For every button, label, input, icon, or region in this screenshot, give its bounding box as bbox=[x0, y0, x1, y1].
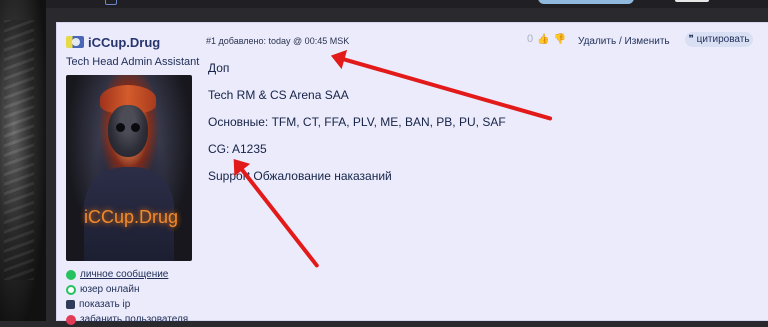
private-message-label[interactable]: личное сообщение bbox=[80, 269, 168, 280]
avatar-face bbox=[108, 105, 148, 157]
top-gray-element bbox=[675, 0, 709, 2]
likes-count: 0 bbox=[527, 33, 534, 45]
post-line: Support Обжалование наказаний bbox=[208, 169, 392, 183]
post-line: Доп bbox=[208, 61, 230, 75]
post-line: Основные: TFM, CT, FFA, PLV, ME, BAN, PB… bbox=[208, 115, 506, 129]
private-message-link[interactable]: личное сообщение bbox=[66, 267, 188, 282]
post-line: CG: A1235 bbox=[208, 142, 267, 156]
edit-button[interactable]: Изменить bbox=[625, 36, 670, 47]
post-meta: #1 добавлено: today @ 00:45 MSK bbox=[206, 36, 350, 46]
ban-user-label[interactable]: забанить пользователя bbox=[80, 314, 188, 325]
thumbs-up-icon[interactable]: 👍 bbox=[537, 34, 549, 45]
forum-post: iCCup.Drug Tech Head Admin Assistant iCC… bbox=[56, 22, 768, 325]
ban-user-link[interactable]: забанить пользователя bbox=[66, 312, 188, 327]
show-ip-link[interactable]: показать ip bbox=[66, 297, 188, 312]
username[interactable]: iCCup.Drug bbox=[66, 34, 160, 50]
online-icon bbox=[66, 284, 76, 295]
avatar: iCCup.Drug bbox=[66, 75, 192, 261]
quote-icon: ❞ bbox=[688, 34, 697, 45]
quote-label[interactable]: цитировать bbox=[697, 34, 750, 45]
user-online-status: юзер онлайн bbox=[66, 282, 188, 297]
top-strip bbox=[46, 0, 768, 8]
user-online-label: юзер онлайн bbox=[80, 284, 140, 295]
likes: 0 👍 👎 bbox=[527, 33, 566, 45]
ip-icon bbox=[66, 300, 75, 309]
top-checkbox-icon[interactable] bbox=[105, 0, 117, 5]
show-ip-label[interactable]: показать ip bbox=[79, 299, 130, 310]
message-icon bbox=[66, 269, 76, 280]
background-artwork bbox=[0, 0, 46, 321]
delete-button[interactable]: Удалить bbox=[578, 36, 616, 47]
post-actions: Удалить / Изменить bbox=[578, 36, 670, 47]
user-title: Tech Head Admin Assistant bbox=[66, 56, 200, 68]
avatar-text: iCCup.Drug bbox=[84, 207, 179, 227]
quote-button[interactable]: ❞ цитировать bbox=[685, 32, 753, 47]
top-pill-button[interactable] bbox=[538, 0, 634, 4]
ban-icon bbox=[66, 314, 76, 325]
user-links: личное сообщение юзер онлайн показать ip… bbox=[66, 267, 188, 327]
separator: / bbox=[618, 36, 622, 47]
post-line: Tech RM & CS Arena SAA bbox=[208, 88, 349, 102]
username-text[interactable]: iCCup.Drug bbox=[88, 35, 160, 50]
badge-icon bbox=[66, 36, 84, 48]
thumbs-down-icon[interactable]: 👎 bbox=[554, 34, 566, 45]
